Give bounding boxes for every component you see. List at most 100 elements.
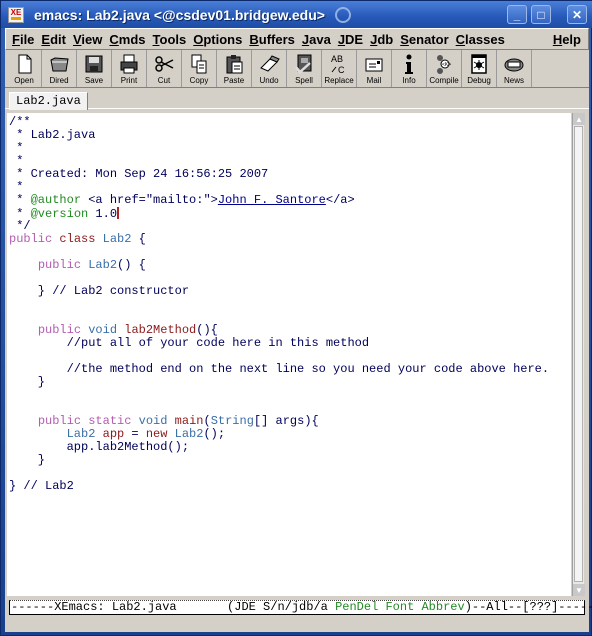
menu-edit[interactable]: Edit	[38, 32, 69, 47]
code-token: =	[124, 427, 146, 441]
toolbar-info-button[interactable]: Info	[392, 50, 427, 87]
buffer-tab-bar: Lab2.java	[5, 88, 589, 110]
code-token: void	[138, 414, 168, 428]
toolbar-replace-button[interactable]: AB C Replace	[322, 50, 357, 87]
mail-icon	[365, 58, 383, 72]
code-line[interactable]	[9, 298, 571, 311]
toolbar-label: Undo	[259, 76, 279, 85]
toolbar-paste-button[interactable]: Paste	[217, 50, 252, 87]
menu-help[interactable]: Help	[550, 32, 584, 47]
maximize-button[interactable]: □	[531, 5, 551, 24]
menu-classes[interactable]: Classes	[453, 32, 508, 47]
code-line[interactable]	[9, 467, 571, 480]
toolbar-undo-button[interactable]: Undo	[252, 50, 287, 87]
toolbar-spell-button[interactable]: Spell	[287, 50, 322, 87]
code-token: public	[37, 258, 82, 272]
mode-line[interactable]: ------XEmacs: Lab2.java (JDE S/n/jdb/a P…	[9, 600, 592, 615]
menu-java[interactable]: Java	[299, 32, 334, 47]
author-link[interactable]: John F. Santore	[218, 193, 326, 207]
code-line[interactable]: * Created: Mon Sep 24 16:56:25 2007	[9, 168, 571, 181]
menu-view[interactable]: View	[70, 32, 105, 47]
toolbar-dired-button[interactable]: Dired	[42, 50, 77, 87]
code-token: public	[9, 232, 53, 246]
code-token: *	[9, 193, 31, 207]
clipboard-icon	[226, 55, 243, 74]
toolbar-news-button[interactable]: News	[497, 50, 532, 87]
code-line[interactable]: public Lab2() {	[9, 259, 571, 272]
code-line[interactable]: * Lab2.java	[9, 129, 571, 142]
scroll-down-arrow[interactable]: ▼	[573, 584, 585, 596]
toolbar-label: Save	[84, 76, 104, 85]
menu-tools[interactable]: Tools	[150, 32, 190, 47]
code-line[interactable]: }	[9, 376, 571, 389]
code-line[interactable]: *	[9, 142, 571, 155]
close-button[interactable]: ✕	[567, 5, 587, 24]
menu-bar: File Edit View Cmds Tools Options Buffers Java J…	[5, 28, 589, 50]
bug-icon	[471, 54, 487, 74]
code-token: <a href="mailto:">	[81, 193, 218, 207]
minibuffer[interactable]	[9, 616, 585, 630]
spellbook-icon	[295, 54, 312, 74]
menu-buffers[interactable]: Buffers	[246, 32, 298, 47]
toolbar-label: Compile	[429, 76, 459, 85]
menu-senator[interactable]: Senator	[397, 32, 451, 47]
code-line[interactable]: app.lab2Method();	[9, 441, 571, 454]
toolbar-label: Info	[402, 76, 416, 85]
xemacs-icon[interactable]: XE	[8, 6, 24, 23]
toolbar-open-button[interactable]: Open	[7, 50, 42, 87]
menu-options[interactable]: Options	[190, 32, 245, 47]
code-token: main	[174, 414, 204, 428]
modeline-minor-modes[interactable]: PenDel Font Abbrev	[335, 600, 465, 614]
code-line[interactable]: public class Lab2 {	[9, 233, 571, 246]
code-line[interactable]: } // Lab2 constructor	[9, 285, 571, 298]
title-bar[interactable]: XE emacs: Lab2.java <@csdev01.bridgew.ed…	[1, 1, 592, 28]
minimize-button[interactable]: _	[507, 5, 527, 24]
editor-buffer[interactable]: /** * Lab2.java * * * Created: Mon Sep 2…	[7, 113, 571, 596]
code-token: new	[145, 427, 168, 441]
code-token: *	[9, 141, 24, 155]
menu-jdb[interactable]: Jdb	[367, 32, 396, 47]
printer-icon	[120, 54, 138, 74]
scrollbar-thumb[interactable]	[574, 126, 583, 582]
toolbar-save-button[interactable]: Save	[77, 50, 112, 87]
toolbar-compile-button[interactable]: <K> Compile	[427, 50, 462, 87]
open-file-icon	[18, 54, 32, 74]
svg-text:C: C	[338, 65, 345, 75]
toolbar-label: Cut	[157, 76, 171, 85]
scroll-up-arrow[interactable]: ▲	[573, 113, 585, 125]
toolbar-mail-button[interactable]: Mail	[357, 50, 392, 87]
toolbar-print-button[interactable]: Print	[112, 50, 147, 87]
toolbar-label: Dired	[49, 76, 69, 85]
toolbar-copy-button[interactable]: Copy	[182, 50, 217, 87]
code-line[interactable]: //the method end on the next line so you…	[9, 363, 571, 376]
code-line[interactable]: * @version 1.0	[9, 207, 571, 221]
code-token: ();	[203, 427, 226, 441]
code-token: app	[102, 427, 125, 441]
code-token: @version	[30, 207, 89, 221]
vertical-scrollbar[interactable]: ▲ ▼	[572, 113, 585, 596]
code-token: String	[210, 414, 254, 428]
code-line[interactable]: * @author <a href="mailto:">John F. Sant…	[9, 194, 571, 207]
buffer-tab-lab2-java[interactable]: Lab2.java	[9, 92, 88, 110]
code-line[interactable]: //put all of your code here in this meth…	[9, 337, 571, 350]
code-token: }	[9, 453, 46, 467]
code-token: public	[37, 414, 82, 428]
toolbar-cut-button[interactable]: Cut	[147, 50, 182, 87]
text-cursor	[117, 207, 120, 219]
code-line[interactable]: } // Lab2	[9, 480, 571, 493]
menu-file[interactable]: File	[9, 32, 37, 47]
toolbar-label: Open	[14, 76, 34, 85]
code-text[interactable]: /** * Lab2.java * * * Created: Mon Sep 2…	[7, 113, 571, 493]
code-line[interactable]: }	[9, 454, 571, 467]
code-line[interactable]	[9, 389, 571, 402]
code-token: void	[88, 323, 118, 337]
menu-cmds[interactable]: Cmds	[106, 32, 148, 47]
menu-jde[interactable]: JDE	[335, 32, 366, 47]
code-token: //put all of your code here in this meth…	[9, 336, 370, 350]
toolbar-debug-button[interactable]: Debug	[462, 50, 497, 87]
code-token: [] args){	[253, 414, 319, 428]
maximize-icon: □	[537, 7, 545, 22]
